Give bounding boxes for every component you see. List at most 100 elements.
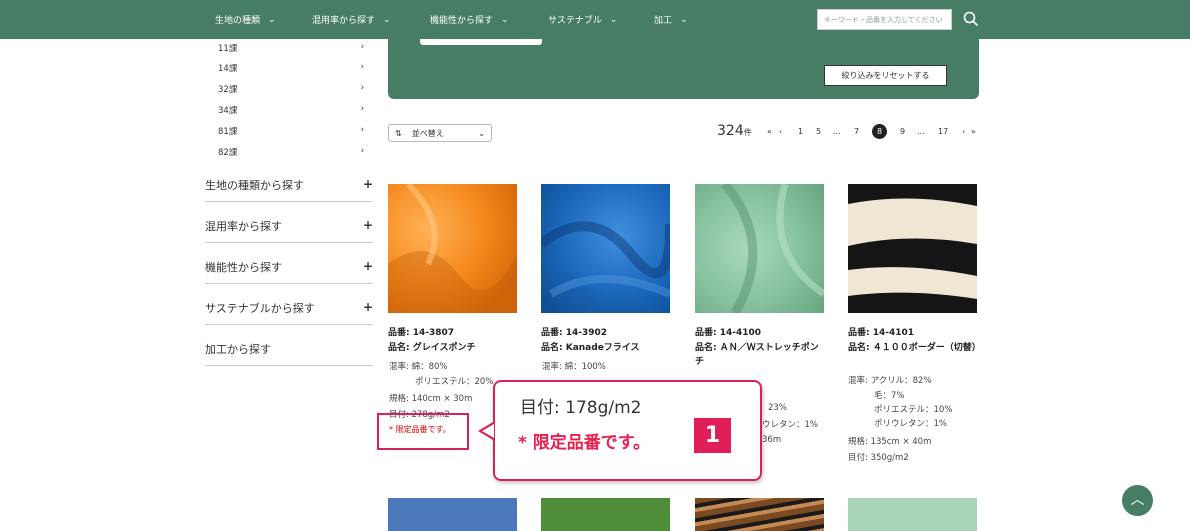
product-image[interactable] <box>695 184 824 313</box>
sidebar-subitem[interactable]: 14課 › <box>218 62 364 74</box>
callout-weight: 目付: 178g/m2 <box>520 398 642 418</box>
nav-fabric-type[interactable]: 生地の種類 ⌄ <box>215 13 276 27</box>
chevron-down-icon: ⌄ <box>609 14 618 25</box>
nav-processing[interactable]: 加工 ⌄ <box>654 13 688 27</box>
chevron-right-icon: › <box>360 62 364 72</box>
callout-pointer-inner <box>482 424 494 438</box>
filter-panel: 絞り込みをリセットする <box>388 39 979 99</box>
page-link[interactable]: 9 <box>900 127 905 136</box>
product-name: 品名: ＡＮ／Ｗストレッチポンチ <box>695 343 819 367</box>
category-label: 生地の種類から探す <box>205 179 304 192</box>
nav-sustainable[interactable]: サステナブル ⌄ <box>548 13 618 27</box>
filter-field[interactable] <box>420 39 542 45</box>
product-spec: 目付: 350g/m2 <box>848 453 909 463</box>
callout-limited: * 限定品番です。 <box>518 433 651 453</box>
product-spec: 混率: アクリル：82% <box>848 376 932 386</box>
back-to-top-button[interactable]: ︿ <box>1122 485 1153 516</box>
product-image[interactable] <box>541 498 670 531</box>
product-code: 品番: 14-3902 <box>541 328 608 338</box>
product-name: 品名: ４１００ボーダー（切替） <box>848 343 981 353</box>
product-spec: 規格: 135cm × 40m <box>848 437 932 447</box>
nav-label: 混用率から探す <box>312 16 376 26</box>
page-current[interactable]: 8 <box>872 124 887 139</box>
product-image[interactable] <box>695 498 824 531</box>
count-value: 324 <box>717 123 744 139</box>
product-card[interactable]: 品番: 14-3902 品名: Kanadeフライス <box>541 184 670 353</box>
nav-label: 機能性から探す <box>430 16 494 26</box>
chevron-down-icon: ⌄ <box>268 14 276 25</box>
chevron-right-icon: › <box>360 146 364 156</box>
sidebar-subitem[interactable]: 82課 › <box>218 146 364 158</box>
product-image[interactable] <box>388 184 517 313</box>
product-card[interactable]: 品番: 14-4101 品名: ４１００ボーダー（切替） <box>848 184 981 353</box>
plus-icon: + <box>362 300 373 314</box>
sidebar-subitem-label: 32課 <box>218 85 238 95</box>
sort-select[interactable]: ⇅ 並べ替え ⌄ <box>388 124 492 142</box>
product-image[interactable] <box>541 184 670 313</box>
last-page-icon[interactable]: » <box>971 127 976 136</box>
fabric-fold-shading <box>721 184 824 313</box>
sort-icon: ⇅ <box>395 128 402 138</box>
product-spec: 混率: 綿：100% <box>542 362 606 372</box>
prev-page-icon[interactable]: ‹ <box>779 127 782 136</box>
category-label: 加工から探す <box>205 343 271 356</box>
sidebar-category-function[interactable]: 機能性から探す + <box>205 259 373 284</box>
page-link[interactable]: 7 <box>854 127 859 136</box>
fabric-fold-shading <box>388 184 517 313</box>
product-spec: 36m <box>762 435 782 445</box>
product-code: 品番: 14-4101 <box>848 328 915 338</box>
product-spec: 23% <box>768 403 787 413</box>
page-link[interactable]: 1 <box>798 127 803 136</box>
sidebar-category-fabric[interactable]: 生地の種類から探す + <box>205 177 373 202</box>
product-card[interactable]: 品番: 14-3807 品名: グレイスポンチ <box>388 184 517 353</box>
sidebar-category-blend[interactable]: 混用率から探す + <box>205 218 373 243</box>
count-unit: 件 <box>743 128 752 137</box>
product-code: 品番: 14-4100 <box>695 328 762 338</box>
product-image[interactable] <box>848 498 977 531</box>
product-image[interactable] <box>848 184 977 313</box>
product-spec: ウレタン：1% <box>762 420 818 430</box>
next-page-icon[interactable]: › <box>962 127 965 136</box>
fabric-stripes <box>848 198 977 299</box>
sidebar-subitem[interactable]: 34課 › <box>218 104 364 116</box>
product-card[interactable]: 品番: 14-4100 品名: ＡＮ／Ｗストレッチポンチ <box>695 184 824 367</box>
sidebar-subitem[interactable]: 81課 › <box>218 125 364 137</box>
first-page-icon[interactable]: « <box>767 127 772 136</box>
reset-filter-button[interactable]: 絞り込みをリセットする <box>824 65 947 86</box>
nav-label: 加工 <box>654 16 673 26</box>
page-link[interactable]: 5 <box>816 127 821 136</box>
chevron-up-icon: ︿ <box>1130 492 1145 508</box>
category-label: 機能性から探す <box>205 261 282 274</box>
nav-label: サステナブル <box>548 16 602 26</box>
sidebar-subitem-label: 14課 <box>218 64 238 74</box>
sidebar-subitem-label: 82課 <box>218 148 238 158</box>
plus-icon: + <box>362 259 373 273</box>
chevron-right-icon: › <box>360 104 364 114</box>
product-name: 品名: グレイスポンチ <box>388 343 476 353</box>
product-spec: 混率: 綿：80% <box>389 362 448 372</box>
nav-blend-ratio[interactable]: 混用率から探す ⌄ <box>312 13 391 27</box>
chevron-down-icon: ⌄ <box>501 14 509 25</box>
product-spec: ポリウレタン：1% <box>874 419 947 429</box>
product-spec: 規格: 140cm × 30m <box>389 394 473 404</box>
search-input[interactable]: キーワード・品番を入力してください <box>817 9 952 30</box>
chevron-down-icon: ⌄ <box>383 14 391 25</box>
product-spec: 毛：7% <box>874 391 905 401</box>
sidebar-subitem-label: 11課 <box>218 44 238 54</box>
sidebar-subitem[interactable]: 11課 › <box>218 42 364 54</box>
sidebar-subitem[interactable]: 32課 › <box>218 83 364 95</box>
product-image[interactable] <box>388 498 517 531</box>
sidebar-category-processing[interactable]: 加工から探す <box>205 341 373 366</box>
nav-function[interactable]: 機能性から探す ⌄ <box>430 13 509 27</box>
sort-label: 並べ替え <box>411 128 444 138</box>
chevron-down-icon: ⌄ <box>680 14 688 25</box>
plus-icon: + <box>362 177 373 191</box>
sidebar-category-sustainable[interactable]: サステナブルから探す + <box>205 300 373 325</box>
page-link[interactable]: 17 <box>938 127 948 136</box>
nav-label: 生地の種類 <box>215 16 261 26</box>
product-spec: ポリエステル：20% <box>415 377 494 387</box>
sidebar-subitem-label: 34課 <box>218 106 238 116</box>
plus-icon: + <box>362 218 373 232</box>
search-icon[interactable] <box>963 11 979 27</box>
chevron-right-icon: › <box>360 83 364 93</box>
